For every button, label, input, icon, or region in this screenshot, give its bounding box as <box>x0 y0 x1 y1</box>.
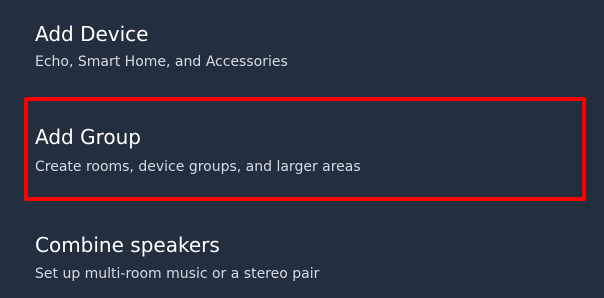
menu-item-subtitle: Echo, Smart Home, and Accessories <box>35 54 288 70</box>
add-menu: Add Device Echo, Smart Home, and Accesso… <box>0 0 604 298</box>
menu-item-title: Combine speakers <box>35 233 220 257</box>
menu-item-subtitle: Set up multi-room music or a stereo pair <box>35 266 320 282</box>
menu-item-title: Add Group <box>35 125 141 149</box>
menu-item-title: Add Device <box>35 22 149 46</box>
menu-item-add-device[interactable]: Add Device Echo, Smart Home, and Accesso… <box>0 0 604 90</box>
menu-item-combine-speakers[interactable]: Combine speakers Set up multi-room music… <box>0 215 604 298</box>
menu-item-subtitle: Create rooms, device groups, and larger … <box>35 159 361 175</box>
menu-item-add-group[interactable]: Add Group Create rooms, device groups, a… <box>0 95 604 205</box>
